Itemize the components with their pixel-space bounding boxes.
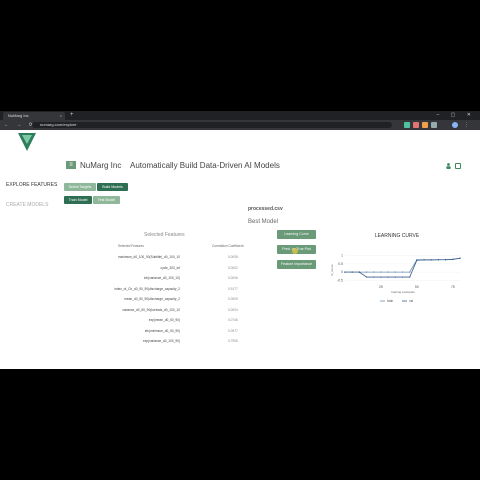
chart-point [351,271,353,273]
chart-point [459,257,461,259]
correlation-coefficient: 0.0006 [228,276,238,280]
chart-point [408,276,411,278]
chart-series-line [345,257,461,278]
extension-icon[interactable] [431,122,437,128]
chart-point [365,271,368,273]
profile-icon[interactable] [452,122,458,128]
chart-point [387,271,389,273]
legend-label: val [409,299,413,303]
feature-name: mean_d0_50_90(discharge_capacity_2 [124,297,180,301]
correlation-coefficient: 0.0004 [228,307,238,312]
train-model-button[interactable]: Train Model [64,196,92,204]
chart-point [401,276,404,278]
extension-icon[interactable] [422,122,428,128]
feature-name: variance_d0_50_90(kurtosis_d0_100_10 [122,307,180,312]
chart-point [344,271,346,273]
chart-point [358,271,361,273]
build-models-button[interactable]: Build Models [97,183,128,191]
correlation-coefficient: 0.0009 [228,297,238,301]
chart-point [380,276,382,278]
feature-importance-button[interactable]: Feature Importance [277,260,316,269]
learning-curve-chart: LEARNING CURVE R_score training examples… [330,233,461,303]
feature-name: exp(mean_d0_50_90) [148,318,180,322]
address-bar: ← → ⟳ numarg.com/explore ⋮ [0,120,480,130]
menu-dots-icon[interactable]: ⋮ [464,122,470,128]
legend-label: train [387,299,393,303]
feature-name: maximum_d0_100_90(Subtitle)_d0_100_10 [117,255,180,259]
hamburger-icon[interactable]: ≡ [66,161,76,169]
chart-point [394,276,397,278]
extension-icon[interactable] [413,122,419,128]
correlation-coefficient: 0.0002 [228,265,238,270]
window-controls[interactable]: ‒ ▢ ✕ [437,111,476,120]
company-name: NuMarg Inc [80,161,122,170]
sidebar-item-explore[interactable]: EXPLORE FEATURES [6,182,57,188]
chart-point [394,271,397,273]
tab-title: NuMarg Inc [8,113,29,118]
chart-y-tick: 1 [341,254,343,258]
sidebar-item-create[interactable]: CREATE MODELS [6,202,48,208]
logout-icon[interactable] [455,163,461,169]
extension-icon[interactable] [404,122,410,128]
chart-x-tick: 25 [379,285,383,289]
page-title: Automatically Build Data-Driven AI Model… [130,161,280,170]
chart-point [423,259,425,261]
correlation-coefficient: 0.0977 [228,328,238,333]
feature-name: kfc(variance_d0_100_10) [144,276,180,280]
feature-name: index_of_Ch_d0_50_90(discharge_capacity_… [114,286,180,291]
chart-x-tick: 75 [451,285,455,289]
chart-point [430,259,432,261]
correlation-coefficient: 0.0008 [228,255,238,259]
numarg-logo-icon [18,133,36,151]
file-name: processed.csv [248,206,283,212]
chart-point [437,259,440,261]
chart-x-tick: 50 [415,285,419,289]
chart-x-label: training examples [391,290,415,294]
chart-y-label: R_score [330,264,334,276]
chart-y-tick: 0.5 [338,262,343,266]
tab-bar: NuMarg Inc × + ‒ ▢ ✕ [0,111,480,120]
app-page: ≡ NuMarg Inc Automatically Build Data-Dr… [0,130,480,369]
url-input[interactable]: numarg.com/explore [32,122,392,128]
learning-curve-button[interactable]: Learning Curve [277,230,316,239]
chart-point [373,276,375,278]
feature-name: exp(variance_d0_100_90) [142,339,180,343]
chart-point [408,271,411,273]
chart-point [380,271,382,273]
test-model-button[interactable]: Test Model [93,196,120,204]
chart-series-line [345,257,461,273]
chart-point [365,276,368,278]
chart-title: LEARNING CURVE [375,233,420,239]
chart-point [452,258,454,261]
tab-numarg[interactable]: NuMarg Inc × [3,112,65,120]
new-tab-button[interactable]: + [70,111,74,120]
mouse-cursor-highlight [292,248,298,254]
chart-point [387,276,389,278]
correlation-coefficient: 0.7906 [228,339,238,343]
chart-point [444,259,447,261]
select-targets-button[interactable]: Select Targets [64,183,96,191]
chart-y-tick: -0.5 [337,278,343,282]
selected-features-title: Selected Features [144,232,185,238]
close-icon[interactable]: × [60,112,62,120]
best-model-heading: Best Model [248,219,279,225]
column-header-coefficient: Correlation Coefficient [212,244,244,248]
user-icon[interactable] [446,163,451,169]
chart-y-tick: 0 [341,270,343,274]
correlation-coefficient: 0.9177 [228,286,238,291]
column-header-features: Selected Features [118,244,144,248]
feature-name: kfc(minimum_d0_50_90) [144,328,180,333]
correlation-coefficient: 0.0746 [228,318,238,322]
chart-point [416,259,418,261]
chart-point [401,271,404,273]
chart-point [373,271,375,273]
browser-window: NuMarg Inc × + ‒ ▢ ✕ ← → ⟳ numarg.com/ex… [0,111,480,369]
feature-name: cycle_300_inf [160,265,181,270]
